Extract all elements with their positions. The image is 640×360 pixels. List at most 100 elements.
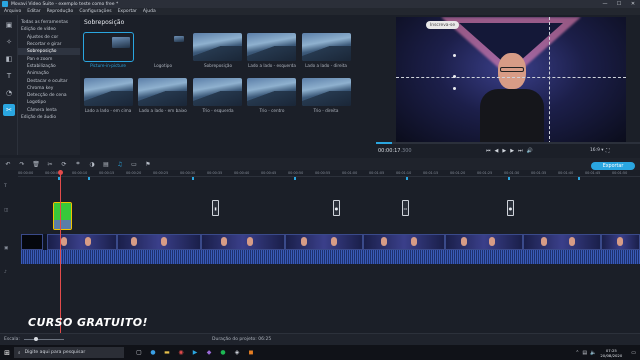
minimize-button[interactable]: — (598, 0, 612, 8)
video-preview[interactable]: Inscreva-se (396, 17, 626, 144)
overlay-clip-small[interactable]: ● (333, 200, 340, 216)
zoom-slider[interactable] (23, 337, 64, 341)
effect-thumb-overlay[interactable] (193, 33, 242, 61)
overlay-clip-small[interactable]: ● (507, 200, 514, 216)
marker[interactable] (294, 177, 296, 180)
menu-editar[interactable]: Editar (27, 9, 40, 14)
skip-back-icon[interactable]: ⏮ (486, 148, 491, 154)
app-icon[interactable]: ◼ (244, 345, 258, 360)
marker[interactable] (508, 177, 510, 180)
step-back-icon[interactable]: ◀ (495, 148, 499, 154)
marker-icon[interactable]: ⚑ (142, 159, 154, 169)
resize-handle[interactable] (453, 75, 456, 78)
category-item-selected[interactable]: Sobreposição (18, 48, 80, 56)
magic-tools-icon[interactable]: ✧ (3, 36, 15, 48)
redo-icon[interactable]: ↷ (16, 159, 28, 169)
app-icon[interactable]: ◆ (202, 345, 216, 360)
volume-tray-icon[interactable]: 🔈 (590, 350, 596, 356)
playhead[interactable] (58, 170, 63, 333)
aspect-ratio-select[interactable]: 16:9 ▾ (590, 148, 603, 153)
export-button[interactable]: Exportar (591, 162, 635, 170)
marker[interactable] (88, 177, 90, 180)
network-icon[interactable]: ▤ (582, 350, 587, 356)
subscribe-badge[interactable]: Inscreva-se (426, 21, 460, 29)
video-clip[interactable] (285, 234, 363, 250)
category-item[interactable]: Estabilização (18, 63, 80, 70)
record-icon[interactable]: ▭ (128, 159, 140, 169)
notifications-icon[interactable]: ▭ (631, 350, 636, 356)
menu-arquivo[interactable]: Arquivo (4, 9, 21, 14)
spotify-icon[interactable]: ● (216, 345, 230, 360)
category-item[interactable]: Todas as ferramentas (18, 19, 80, 26)
effect-thumb-logo[interactable] (138, 33, 187, 61)
tray-arrow-icon[interactable]: ⌃ (575, 350, 579, 356)
movavi-icon[interactable]: ▶ (188, 345, 202, 360)
effect-thumb-side-right[interactable] (302, 33, 351, 61)
taskbar-search[interactable]: ⌕ Digite aqui para pesquisar (14, 347, 124, 358)
windows-start-icon[interactable]: ⊞ (0, 345, 14, 360)
video-clip[interactable] (445, 234, 523, 250)
overlay-track-icon[interactable]: ◫ (4, 208, 8, 213)
resize-handle[interactable] (453, 87, 456, 90)
step-forward-icon[interactable]: ▶ (510, 148, 514, 154)
timeline-ruler[interactable]: 00:00:00 00:00:05 00:00:10 00:00:15 00:00:20… (18, 170, 640, 177)
overlay-clip-small[interactable]: ▮ (212, 200, 219, 216)
category-item[interactable]: Ajustes de cor (18, 34, 80, 41)
crop-icon[interactable]: ⌗ (72, 159, 84, 169)
color-icon[interactable]: ◑ (86, 159, 98, 169)
folder-icon[interactable]: ▬ (160, 345, 174, 360)
effect-thumb-trio-right[interactable] (302, 78, 351, 106)
title-track-icon[interactable]: T (4, 184, 7, 189)
category-item[interactable]: Pan e zoom (18, 55, 80, 62)
marker[interactable] (578, 177, 580, 180)
menu-reproducao[interactable]: Reprodução (47, 9, 74, 14)
video-clip[interactable] (363, 234, 445, 250)
preview-progress[interactable] (376, 142, 640, 144)
close-button[interactable]: ✕ (626, 0, 640, 8)
category-item[interactable]: Destacar e ocultar (18, 77, 80, 84)
menu-configuracoes[interactable]: Configurações (79, 9, 111, 14)
menu-ajuda[interactable]: Ajuda (143, 9, 156, 14)
category-item[interactable]: Recortar e girar (18, 41, 80, 48)
delete-icon[interactable]: 🗑 (30, 159, 42, 169)
marker[interactable] (406, 177, 408, 180)
audio-icon[interactable]: ♫ (114, 159, 126, 169)
intro-clip[interactable] (21, 234, 43, 250)
category-item[interactable]: Edição de vídeo (18, 26, 80, 33)
video-track-icon[interactable]: ▣ (4, 246, 8, 251)
browser-icon[interactable]: ● (146, 345, 160, 360)
media-icon[interactable]: ▤ (100, 159, 112, 169)
audio-track-icon[interactable]: ♪ (4, 270, 7, 275)
volume-icon[interactable]: 🔊 (527, 148, 533, 154)
category-item[interactable]: Logotipo (18, 99, 80, 106)
task-view-icon[interactable]: ▢ (132, 345, 146, 360)
effect-thumb-top[interactable] (84, 78, 133, 106)
import-icon[interactable]: ▣ (3, 19, 15, 31)
effect-thumb-pip[interactable] (83, 32, 134, 62)
titles-icon[interactable]: T (3, 70, 15, 82)
filters-icon[interactable]: ◧ (3, 53, 15, 65)
cut-icon[interactable]: ✂ (44, 159, 56, 169)
resize-handle[interactable] (453, 54, 456, 57)
category-item[interactable]: Chroma key (18, 85, 80, 92)
skip-forward-icon[interactable]: ⏭ (518, 148, 523, 154)
video-clip[interactable] (523, 234, 601, 250)
chrome-icon[interactable]: ◉ (174, 345, 188, 360)
taskbar-clock[interactable]: 07:25 20/08/2020 (600, 348, 622, 358)
play-icon[interactable]: ▶ (502, 148, 506, 154)
effect-thumb-trio-left[interactable] (193, 78, 242, 106)
category-item[interactable]: Detecção de cena (18, 92, 80, 99)
category-item[interactable]: Câmera lenta (18, 107, 80, 114)
overlay-clip-small[interactable]: ▭ (402, 200, 409, 216)
app-icon[interactable]: ◈ (230, 345, 244, 360)
rotate-icon[interactable]: ⟳ (58, 159, 70, 169)
maximize-button[interactable]: ☐ (612, 0, 626, 8)
effect-thumb-trio-center[interactable] (247, 78, 296, 106)
effect-thumb-bottom[interactable] (138, 78, 187, 106)
more-tools-icon[interactable]: ✂ (3, 104, 15, 116)
overlay-clip[interactable] (53, 202, 72, 230)
video-track[interactable] (21, 234, 640, 264)
fullscreen-icon[interactable]: ⛶ (606, 148, 610, 154)
marker[interactable] (192, 177, 194, 180)
video-clip[interactable] (117, 234, 201, 250)
